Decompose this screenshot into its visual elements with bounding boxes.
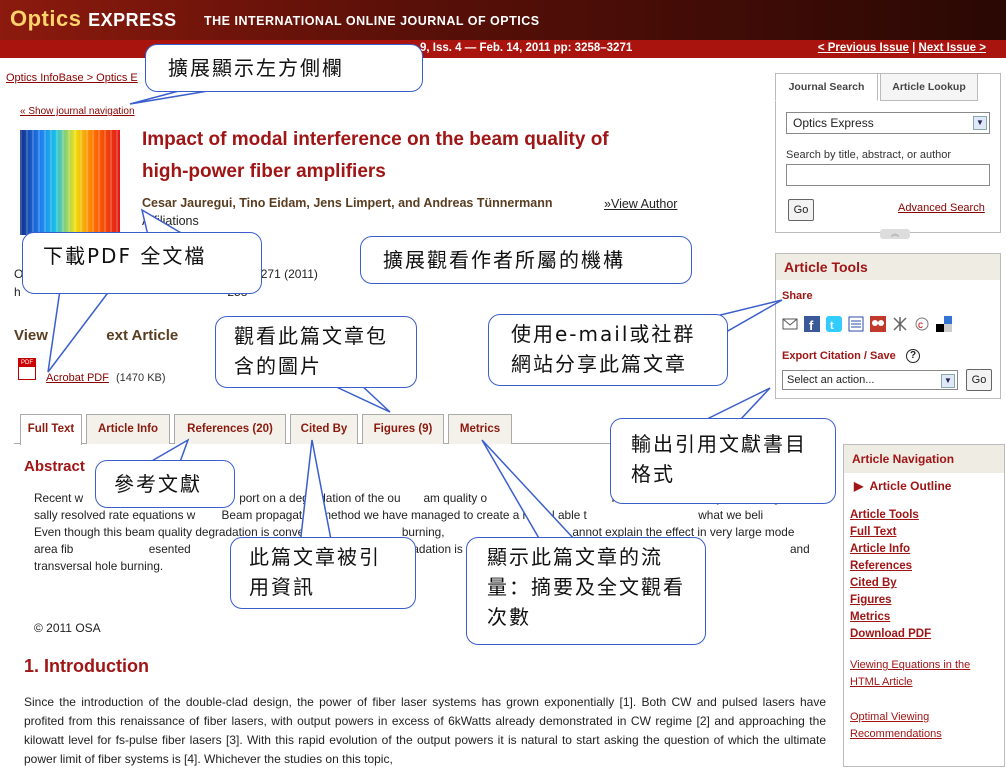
article-outline-label: Article Outline xyxy=(869,479,952,493)
view-full-text-heading: View ext Article xyxy=(14,327,179,344)
viewing-equations-link[interactable]: Viewing Equations in the HTML Article xyxy=(850,657,1000,691)
nav-link-article-info[interactable]: Article Info xyxy=(850,543,910,555)
copyright: © 2011 OSA xyxy=(34,621,101,635)
tab-article-info[interactable]: Article Info xyxy=(86,414,170,444)
article-tools-heading: Article Tools xyxy=(776,254,1000,280)
tab-article-lookup[interactable]: Article Lookup xyxy=(880,73,978,101)
title-line-1: Impact of modal interference on the beam… xyxy=(142,129,609,150)
tab-cited-by[interactable]: Cited By xyxy=(290,414,358,444)
callout-figures: 觀看此篇文章包含的圖片 xyxy=(215,316,417,388)
nav-link-cited-by[interactable]: Cited By xyxy=(850,577,897,589)
action-go-button[interactable]: Go xyxy=(966,369,992,391)
action-select[interactable]: Select an action... ▼ xyxy=(782,370,958,390)
introduction-heading: 1. Introduction xyxy=(24,656,149,676)
svg-text:c: c xyxy=(918,320,923,331)
list-icon[interactable] xyxy=(848,316,864,332)
tab-journal-search[interactable]: Journal Search xyxy=(775,73,878,101)
show-journal-nav-link[interactable]: « Show journal navigation xyxy=(20,106,135,117)
nav-link-download-pdf[interactable]: Download PDF xyxy=(850,628,931,640)
search-go-button[interactable]: Go xyxy=(788,199,814,221)
citeulike-icon[interactable]: c xyxy=(914,316,930,332)
advanced-search-link[interactable]: Advanced Search xyxy=(898,202,985,214)
article-title: Impact of modal interference on the beam… xyxy=(142,124,742,188)
pdf-size: (1470 KB) xyxy=(116,372,166,384)
help-icon[interactable]: ? xyxy=(906,349,920,363)
breadcrumb[interactable]: Optics InfoBase > Optics E xyxy=(6,72,138,84)
article-thumbnail[interactable] xyxy=(20,130,120,235)
article-navigation-panel: Article Navigation ▶ Article Outline Art… xyxy=(843,444,1005,767)
journal-tagline: THE INTERNATIONAL ONLINE JOURNAL OF OPTI… xyxy=(204,14,540,28)
article-authors[interactable]: Cesar Jauregui, Tino Eidam, Jens Limpert… xyxy=(142,196,553,210)
action-select-value: Select an action... xyxy=(787,374,875,386)
export-citation-label: Export Citation / Save xyxy=(782,350,896,362)
tab-figures[interactable]: Figures (9) xyxy=(362,414,444,444)
introduction-text: Since the introduction of the double-cla… xyxy=(24,695,826,766)
journal-select-value: Optics Express xyxy=(793,116,874,130)
nav-link-article-tools[interactable]: Article Tools xyxy=(850,509,919,521)
search-label: Search by title, abstract, or author xyxy=(786,149,952,161)
previous-issue-link[interactable]: < Previous Issue xyxy=(818,42,909,54)
view-author-link[interactable]: »View Author xyxy=(604,197,677,211)
callout-cited-by: 此篇文章被引用資訊 xyxy=(230,537,416,609)
nav-link-references[interactable]: References xyxy=(850,560,912,572)
triangle-right-icon: ▶ xyxy=(854,479,864,493)
pdf-icon[interactable] xyxy=(18,358,36,380)
delicious-icon[interactable] xyxy=(936,316,952,332)
twitter-icon[interactable]: t xyxy=(826,316,842,332)
brand-optics: Optics xyxy=(10,6,82,31)
abstract-heading: Abstract xyxy=(24,458,85,475)
facebook-icon[interactable]: f xyxy=(804,316,820,332)
journal-logo[interactable]: Optics EXPRESS xyxy=(10,6,177,32)
callout-metrics: 顯示此篇文章的流量：摘要及全文觀看次數 xyxy=(466,537,706,645)
nav-link-figures[interactable]: Figures xyxy=(850,594,892,606)
callout-affiliations: 擴展觀看作者所屬的機構 xyxy=(360,236,692,284)
chevron-down-icon: ▼ xyxy=(941,374,955,388)
nav-link-full-text[interactable]: Full Text xyxy=(850,526,896,538)
callout-pdf: 下載PDF 全文檔 xyxy=(22,232,262,294)
callout-sidebar: 擴展顯示左方側欄 xyxy=(145,44,423,92)
share-label: Share xyxy=(782,290,813,302)
chevron-down-icon: ▼ xyxy=(973,116,987,130)
article-navigation-heading: Article Navigation xyxy=(844,445,1004,473)
tab-references[interactable]: References (20) xyxy=(174,414,286,444)
acrobat-pdf-link[interactable]: Acrobat PDF xyxy=(46,372,109,384)
email-icon[interactable] xyxy=(782,316,798,332)
journal-search-panel: Journal Search Article Lookup Optics Exp… xyxy=(775,73,1001,233)
issue-nav: < Previous Issue | Next Issue > xyxy=(818,42,986,54)
article-tools-panel: Article Tools Share f t c Export Citatio… xyxy=(775,253,1001,399)
tab-full-text[interactable]: Full Text xyxy=(20,414,82,445)
optimal-viewing-link[interactable]: Optimal Viewing Recommendations xyxy=(850,709,1000,743)
search-input[interactable] xyxy=(786,164,990,186)
share-icon[interactable] xyxy=(892,316,908,332)
nav-link-metrics[interactable]: Metrics xyxy=(850,611,890,623)
tab-metrics[interactable]: Metrics xyxy=(448,414,512,444)
svg-text:f: f xyxy=(809,318,814,332)
callout-share: 使用e-mail或社群網站分享此篇文章 xyxy=(488,314,728,386)
callout-references: 參考文獻 xyxy=(95,460,235,508)
journal-select[interactable]: Optics Express ▼ xyxy=(786,112,990,134)
collapse-handle-icon[interactable]: ︽ xyxy=(880,229,910,239)
brand-express: EXPRESS xyxy=(88,10,177,30)
title-line-2: high-power fiber amplifiers xyxy=(142,161,386,182)
callout-export: 輸出引用文獻書目格式 xyxy=(610,418,836,504)
journal-banner: Optics EXPRESS THE INTERNATIONAL ONLINE … xyxy=(0,0,1006,40)
svg-text:t: t xyxy=(830,320,834,332)
social-icon[interactable] xyxy=(870,316,886,332)
affiliations-label[interactable]: Affiliations xyxy=(142,214,199,228)
article-outline-link[interactable]: ▶ Article Outline xyxy=(854,479,951,493)
issue-separator: | xyxy=(912,42,916,54)
issue-volume: 9, Iss. 4 — Feb. 14, 2011 pp: 3258–3271 xyxy=(420,42,633,54)
next-issue-link[interactable]: Next Issue > xyxy=(919,42,986,54)
